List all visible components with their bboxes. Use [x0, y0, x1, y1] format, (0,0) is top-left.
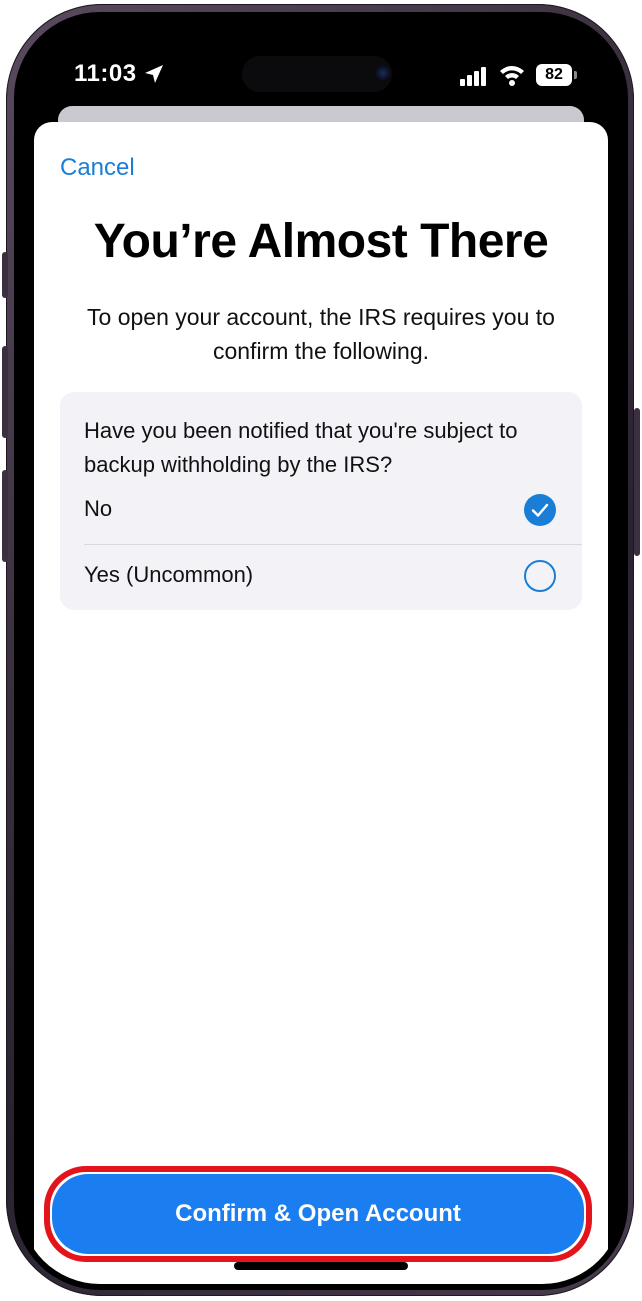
radio-unchecked-icon[interactable]: [524, 560, 556, 592]
location-arrow-icon: [145, 65, 163, 83]
phone-screen: 11:03 82 Cancel You’re Almost There To o…: [20, 18, 622, 1284]
radio-checked-icon[interactable]: [524, 494, 556, 526]
home-indicator: [234, 1262, 408, 1270]
option-no[interactable]: No: [60, 478, 582, 544]
question-text: Have you been notified that you're subje…: [84, 418, 518, 477]
modal-sheet: Cancel You’re Almost There To open your …: [34, 122, 608, 1284]
dynamic-island: [242, 56, 392, 92]
status-time: 11:03: [74, 60, 137, 87]
option-label: Yes (Uncommon): [84, 562, 254, 587]
front-camera: [376, 66, 390, 80]
volume-up-button: [2, 346, 8, 438]
option-yes-uncommon[interactable]: Yes (Uncommon): [60, 544, 582, 610]
checkmark-icon: [531, 503, 549, 517]
cellular-signal-icon: [460, 67, 486, 86]
wifi-icon: [500, 66, 524, 86]
option-label: No: [84, 496, 113, 521]
battery-tip: [574, 71, 577, 79]
option-divider: [84, 544, 582, 545]
page-title: You’re Almost There: [93, 215, 549, 268]
status-bar: 11:03 82: [20, 18, 622, 118]
volume-down-button: [2, 470, 8, 562]
battery-indicator: 82: [536, 64, 572, 86]
question-card: Have you been notified that you're subje…: [60, 392, 582, 610]
action-button: [2, 252, 8, 298]
cancel-button[interactable]: Cancel: [60, 154, 135, 182]
power-button: [634, 408, 640, 556]
confirm-open-account-button[interactable]: Confirm & Open Account: [52, 1174, 584, 1254]
page-subtitle: To open your account, the IRS requires y…: [87, 304, 555, 364]
